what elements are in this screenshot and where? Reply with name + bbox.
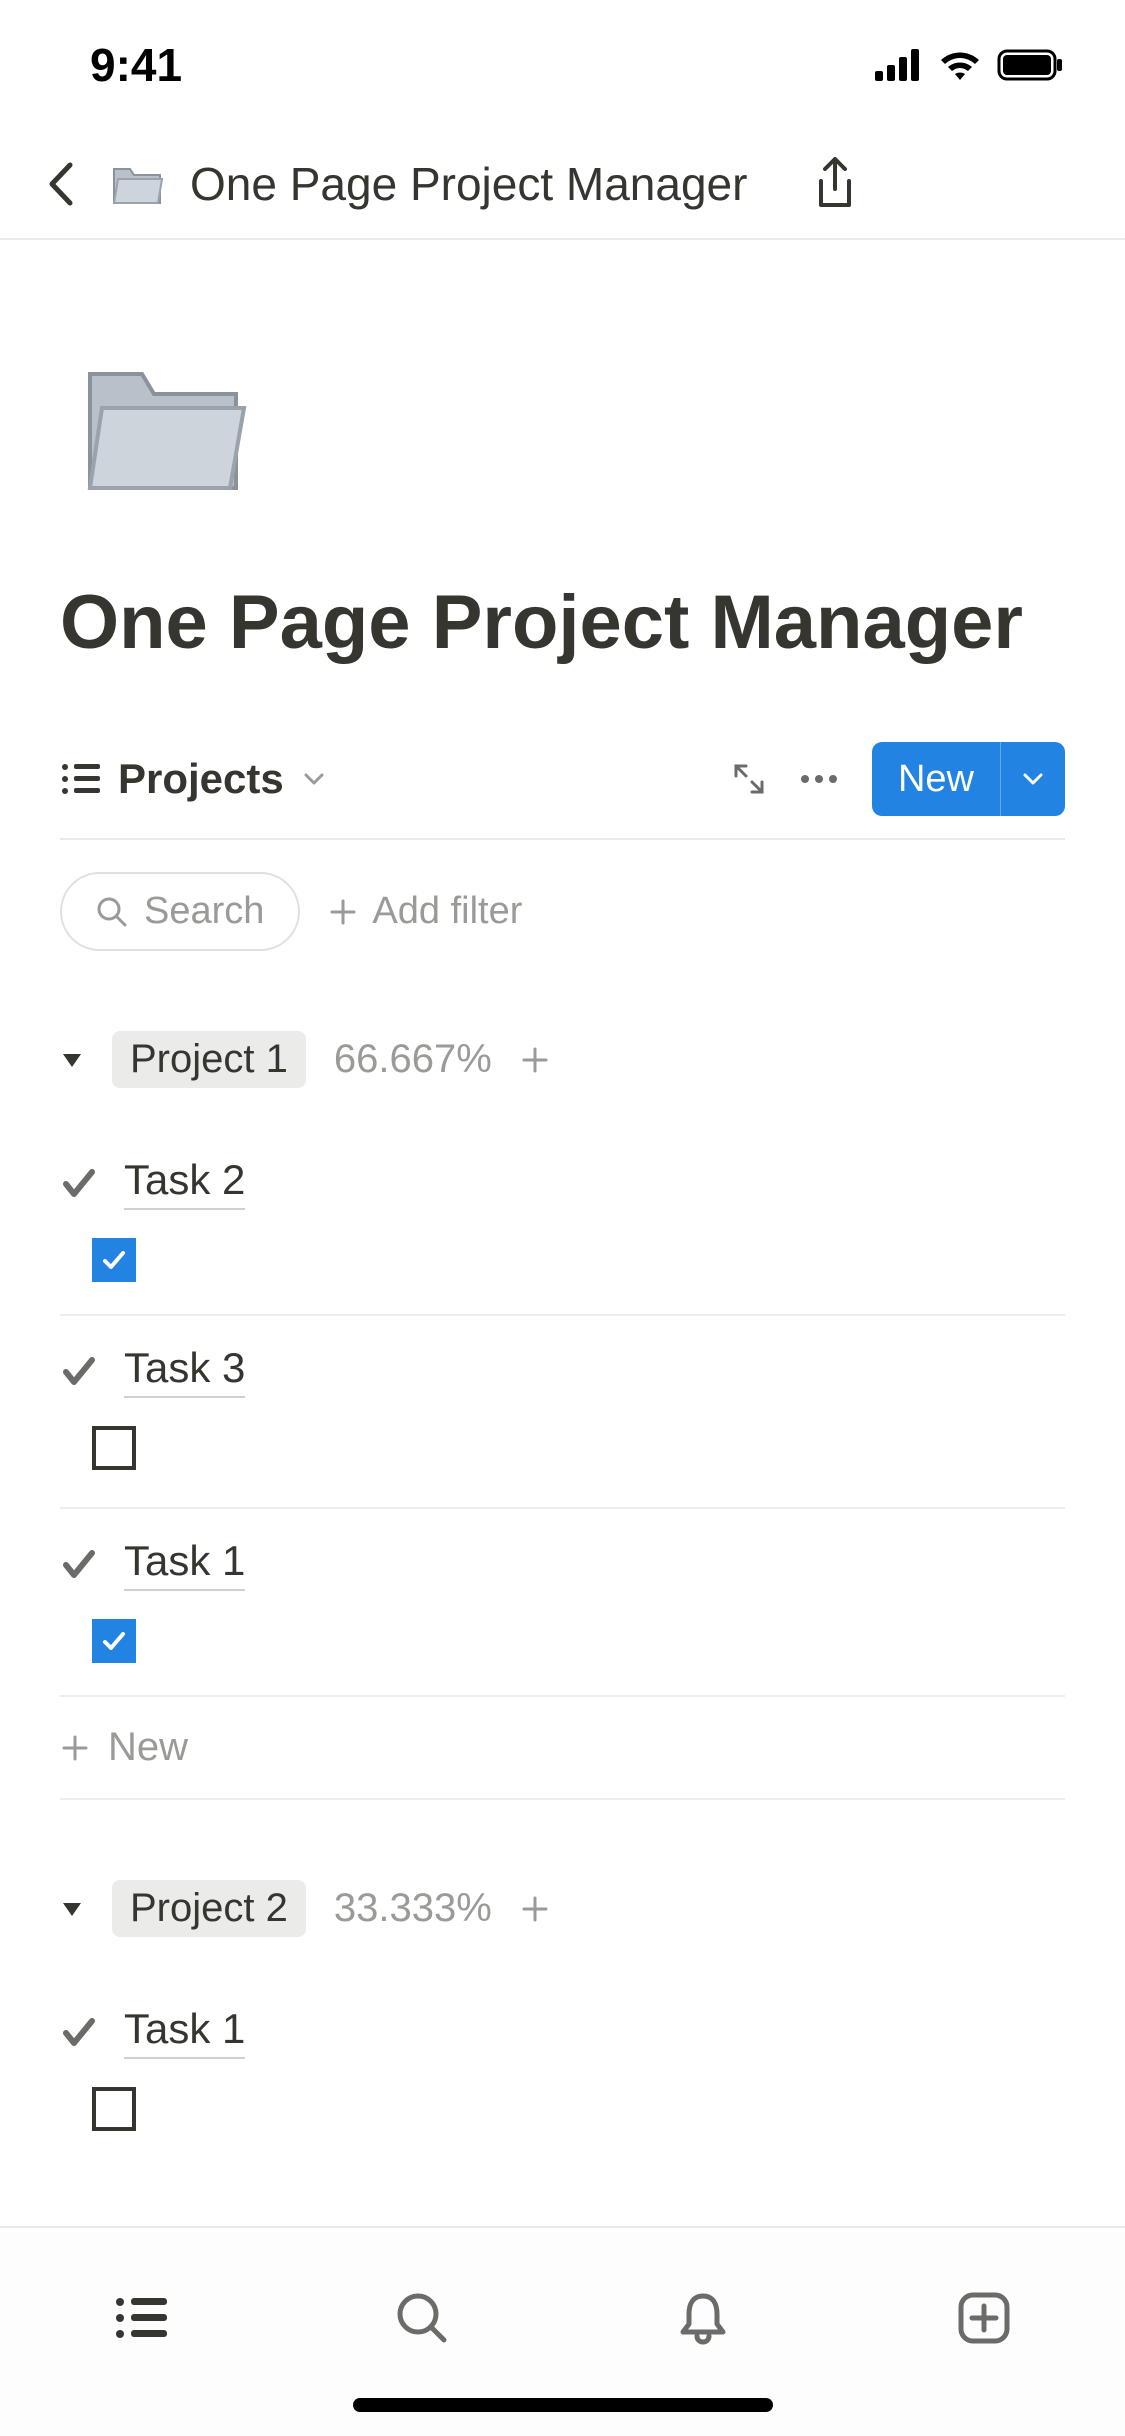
group: Project 2 33.333% Task 1 (60, 1880, 1065, 2168)
new-button-label: New (872, 758, 1000, 801)
task-checkbox[interactable] (92, 1426, 136, 1470)
filter-row: Search Add filter (60, 840, 1065, 951)
nav-search-button[interactable] (382, 2278, 462, 2358)
task-name[interactable]: Task 1 (124, 1537, 245, 1591)
task-row[interactable]: Task 3 (60, 1316, 1065, 1509)
group-add-button[interactable] (520, 1045, 550, 1075)
task-row[interactable]: Task 2 (60, 1128, 1065, 1316)
task-checkbox[interactable] (92, 1619, 136, 1663)
nav-bar: One Page Project Manager (0, 130, 1125, 240)
task-checkbox[interactable] (92, 2087, 136, 2131)
folder-icon (108, 155, 166, 213)
nav-create-button[interactable] (944, 2278, 1024, 2358)
new-button-dropdown[interactable] (1001, 771, 1065, 787)
home-indicator[interactable] (353, 2398, 773, 2412)
caret-down-icon[interactable] (60, 1899, 84, 1919)
add-filter-button[interactable]: Add filter (328, 890, 522, 933)
task-row[interactable]: Task 1 (60, 1977, 1065, 2168)
group-add-button[interactable] (520, 1894, 550, 1924)
view-row: Projects New (60, 720, 1065, 840)
status-bar: 9:41 (0, 0, 1125, 130)
search-label: Search (144, 890, 264, 933)
group-header[interactable]: Project 1 66.667% (60, 1031, 1065, 1088)
task-checkbox[interactable] (92, 1238, 136, 1282)
plus-icon (328, 897, 358, 927)
page-icon[interactable] (68, 330, 258, 520)
nav-notifications-button[interactable] (663, 2278, 743, 2358)
nav-title: One Page Project Manager (190, 157, 747, 211)
new-task-label: New (108, 1725, 188, 1770)
task-name[interactable]: Task 1 (124, 2005, 245, 2059)
chevron-down-icon (302, 771, 326, 787)
more-button[interactable] (800, 774, 838, 784)
task-name[interactable]: Task 2 (124, 1156, 245, 1210)
checkmark-icon (60, 2013, 98, 2051)
group-percent: 66.667% (334, 1037, 492, 1082)
back-button[interactable] (40, 164, 80, 204)
cellular-icon (875, 49, 923, 81)
group-name[interactable]: Project 2 (112, 1880, 306, 1937)
search-button[interactable]: Search (60, 872, 300, 951)
view-selector[interactable]: Projects (60, 755, 326, 803)
nav-title-wrap[interactable]: One Page Project Manager (108, 155, 777, 213)
checkmark-icon (60, 1164, 98, 1202)
caret-down-icon[interactable] (60, 1050, 84, 1070)
add-filter-label: Add filter (372, 890, 522, 933)
share-button[interactable] (805, 154, 865, 214)
group-header[interactable]: Project 2 33.333% (60, 1880, 1065, 1937)
checkmark-icon (60, 1545, 98, 1583)
plus-icon (60, 1733, 90, 1763)
page-title[interactable]: One Page Project Manager (60, 575, 1065, 670)
list-icon (60, 762, 100, 796)
view-name: Projects (118, 755, 284, 803)
nav-home-button[interactable] (101, 2278, 181, 2358)
group-percent: 33.333% (334, 1886, 492, 1931)
new-button[interactable]: New (872, 742, 1065, 816)
search-icon (96, 896, 128, 928)
status-indicators (875, 48, 1065, 82)
group-name[interactable]: Project 1 (112, 1031, 306, 1088)
task-row[interactable]: Task 1 (60, 1509, 1065, 1697)
task-name[interactable]: Task 3 (124, 1344, 245, 1398)
status-time: 9:41 (90, 38, 182, 92)
new-task-button[interactable]: New (60, 1697, 1065, 1800)
group: Project 1 66.667% Task 2 (60, 1031, 1065, 1800)
checkmark-icon (60, 1352, 98, 1390)
expand-button[interactable] (732, 762, 766, 796)
wifi-icon (937, 48, 983, 82)
battery-icon (997, 49, 1065, 81)
